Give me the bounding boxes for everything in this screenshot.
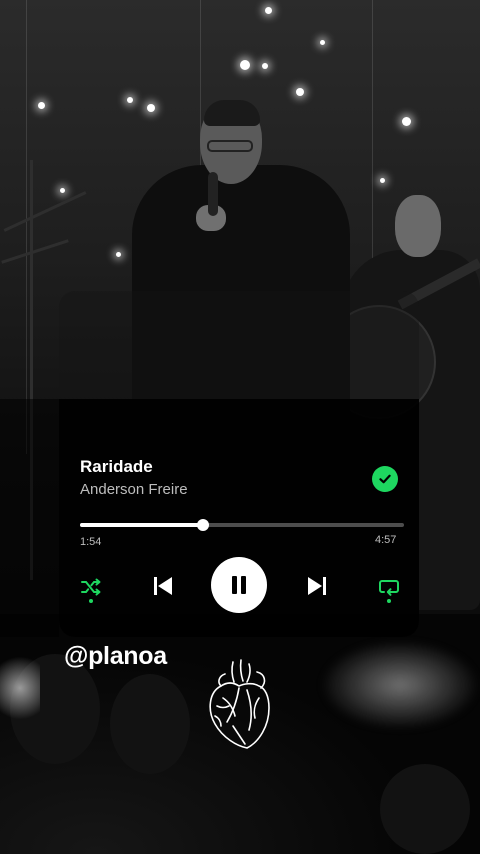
guitarist-head <box>395 195 441 257</box>
stage-light <box>380 178 385 183</box>
player-overlay-left <box>0 399 59 637</box>
shuffle-button[interactable] <box>76 572 106 603</box>
track-title: Raridade <box>80 457 153 476</box>
repeat-icon <box>379 580 399 596</box>
mic-stand-arm <box>3 191 87 232</box>
repeat-active-dot <box>387 599 391 603</box>
progress-thumb[interactable] <box>197 519 210 531</box>
stage-light <box>60 188 65 193</box>
pause-icon <box>232 576 246 594</box>
track-artist[interactable]: Anderson Freire <box>80 481 188 498</box>
skip-next-icon <box>308 577 326 595</box>
pause-button[interactable] <box>211 557 267 613</box>
next-button[interactable] <box>302 571 332 601</box>
stage-light <box>127 97 133 103</box>
stage-light <box>38 102 45 109</box>
stage-light <box>402 117 411 126</box>
crowd-highlight <box>320 640 480 730</box>
mic-stand-arm <box>1 239 69 264</box>
total-time: 4:57 <box>375 534 397 546</box>
creator-handle: @planoa <box>64 642 167 670</box>
stage-light <box>296 88 304 96</box>
skip-previous-icon <box>154 577 172 595</box>
microphone <box>208 172 218 216</box>
stage-light <box>262 63 268 69</box>
repeat-button[interactable] <box>374 572 404 603</box>
backdrop-panel-line <box>26 0 27 454</box>
progress-fill <box>80 523 204 527</box>
crowd-highlight <box>0 648 40 728</box>
shuffle-icon <box>81 578 101 596</box>
stage-light <box>320 40 325 45</box>
elapsed-time: 1:54 <box>80 536 102 548</box>
stage-light <box>265 7 272 14</box>
glasses <box>207 140 253 152</box>
stage-light <box>147 104 155 112</box>
singer-hair <box>204 100 260 126</box>
crowd-head <box>380 764 470 854</box>
anatomical-heart-icon <box>209 659 270 749</box>
previous-button[interactable] <box>148 571 178 601</box>
crowd-head <box>110 674 190 774</box>
liked-button[interactable] <box>372 466 398 492</box>
stage-light <box>240 60 250 70</box>
shuffle-active-dot <box>89 599 93 603</box>
stage-light <box>116 252 121 257</box>
check-circle-icon <box>379 474 391 484</box>
progress-bar[interactable] <box>80 519 404 531</box>
